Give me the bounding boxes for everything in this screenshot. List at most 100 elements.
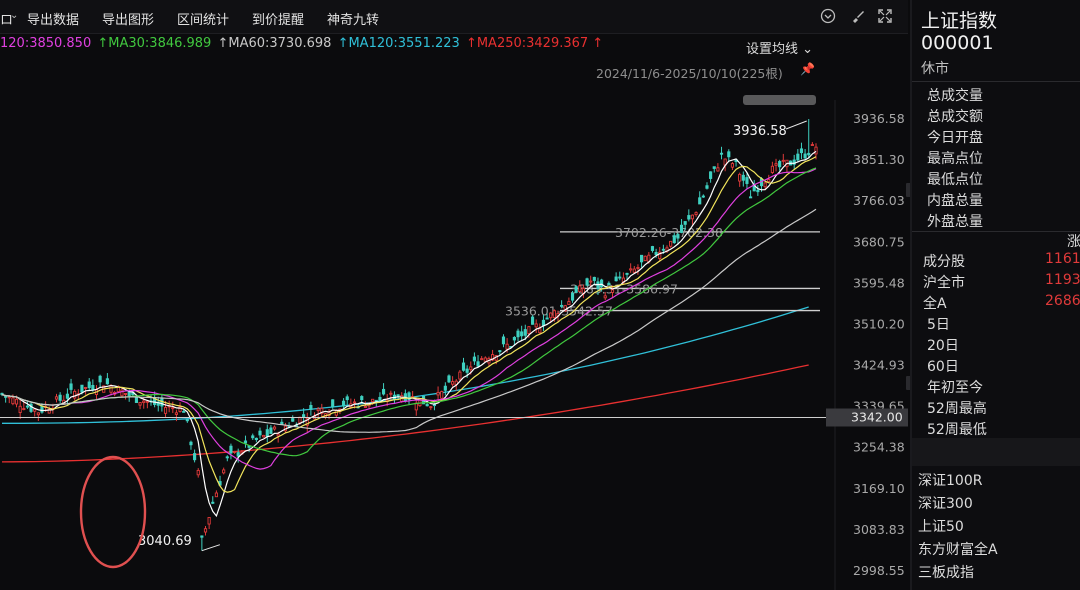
candle-body xyxy=(607,282,611,286)
candle-body xyxy=(425,404,429,407)
candle-body xyxy=(443,385,447,391)
candle-body xyxy=(669,240,673,247)
candle-body xyxy=(91,384,95,391)
candle-body xyxy=(738,173,742,182)
candle-body xyxy=(476,361,480,367)
kline-chart[interactable]: 3936.58 3851.30 3766.03 3680.75 3595.48 3510.… xyxy=(0,0,908,590)
candle-body xyxy=(447,375,451,383)
ma-setting-button[interactable]: 设置均线 ⌄ xyxy=(746,38,813,57)
candle-body xyxy=(741,174,745,181)
candle-body xyxy=(80,384,84,393)
candle-body xyxy=(182,410,186,413)
candle-body xyxy=(73,390,77,399)
magic-nine-button[interactable]: 神奇九转 xyxy=(327,9,379,28)
period-60d: 60日 xyxy=(927,359,959,375)
candle-body xyxy=(69,383,73,390)
low-arrow xyxy=(201,544,221,552)
stat-total-amount: 总成交额 xyxy=(927,109,983,125)
export-data-button[interactable]: 导出数据 xyxy=(27,9,79,28)
export-chart-button[interactable]: 导出图形 xyxy=(102,9,154,28)
candle-body xyxy=(98,375,102,383)
chevron-down-icon[interactable]: ⌄ xyxy=(10,10,18,21)
candle-body xyxy=(472,356,476,362)
candle-body xyxy=(687,215,691,220)
candle-body xyxy=(225,456,229,459)
related-index[interactable]: 三板成指 xyxy=(918,562,974,582)
candle-body xyxy=(600,279,604,287)
candle-body xyxy=(770,165,774,173)
ma60-legend: ↑MA60:3730.698 xyxy=(217,36,332,51)
candle-body xyxy=(142,400,146,404)
candle-body xyxy=(33,408,37,412)
candle-body xyxy=(109,385,113,393)
candle-body xyxy=(578,285,582,293)
candle-body xyxy=(87,381,91,389)
period-20d: 20日 xyxy=(927,338,959,354)
candle-body xyxy=(767,179,771,183)
candle-body xyxy=(342,400,346,407)
candle-body xyxy=(436,391,440,396)
candle-body xyxy=(84,387,88,389)
pin-icon[interactable]: 📌 xyxy=(800,62,815,76)
candle-body xyxy=(520,331,524,337)
candle-body xyxy=(778,161,782,168)
related-index[interactable]: 上证50 xyxy=(918,516,964,536)
breadth-value: 2686 xyxy=(1045,293,1080,309)
candle-body xyxy=(200,535,204,538)
breadth-value: 1161 xyxy=(1045,251,1080,267)
candle-body xyxy=(7,396,11,399)
candle-body xyxy=(291,418,295,422)
candle-body xyxy=(378,396,382,402)
candle-body xyxy=(592,276,596,281)
chevron-circle-icon[interactable] xyxy=(820,8,836,28)
candle-body xyxy=(265,429,269,437)
candle-body xyxy=(636,267,640,269)
candle-body xyxy=(549,312,553,319)
candle-body xyxy=(763,182,767,188)
high-label: 3936.58 xyxy=(733,124,787,139)
candle-body xyxy=(163,407,168,414)
candle-body xyxy=(214,492,218,498)
candle-body xyxy=(174,412,179,415)
candle-body xyxy=(127,391,131,396)
range-stats-button[interactable]: 区间统计 xyxy=(177,9,229,28)
market-status: 休市 xyxy=(921,61,949,77)
ma20-line xyxy=(1,168,817,470)
related-index[interactable]: 东方财富全A xyxy=(918,539,998,559)
period-52w-low: 52周最低 xyxy=(927,422,987,438)
candle-body xyxy=(258,430,262,436)
candle-body xyxy=(679,224,684,233)
fullscreen-icon[interactable] xyxy=(877,8,893,28)
brush-icon[interactable] xyxy=(850,8,866,28)
ma20-legend: 120:3850.850 xyxy=(0,36,92,51)
stat-inner-volume: 内盘总量 xyxy=(927,193,983,209)
related-index[interactable]: 深证300 xyxy=(918,493,973,513)
candle-body xyxy=(196,469,200,476)
breadth-label: 成分股 xyxy=(923,254,965,270)
candle-body xyxy=(138,402,142,406)
related-index[interactable]: 深证100R xyxy=(918,470,982,490)
high-arrow xyxy=(785,120,807,130)
ma-setting-label: 设置均线 xyxy=(746,42,799,57)
candle-body xyxy=(781,159,785,162)
candle-body xyxy=(243,440,248,444)
gap-label: 3702.26-3702.38 xyxy=(615,225,723,240)
candle-body xyxy=(360,396,364,401)
candle-body xyxy=(451,381,455,385)
candle-body xyxy=(480,358,484,361)
candle-body xyxy=(207,517,211,525)
candle-body xyxy=(719,152,724,155)
price-alert-button[interactable]: 到价提醒 xyxy=(252,9,304,28)
candle-body xyxy=(538,328,542,334)
candle-body xyxy=(65,393,69,399)
ma30-line xyxy=(1,167,817,457)
index-name: 上证指数 xyxy=(921,10,998,32)
divider xyxy=(912,231,1080,232)
candle-body xyxy=(280,421,284,425)
stat-low: 最低点位 xyxy=(927,172,983,188)
candle-body xyxy=(545,317,549,320)
candle-body xyxy=(730,163,734,168)
candle-body xyxy=(683,221,687,225)
candle-body xyxy=(171,407,175,410)
candle-body xyxy=(251,435,255,439)
